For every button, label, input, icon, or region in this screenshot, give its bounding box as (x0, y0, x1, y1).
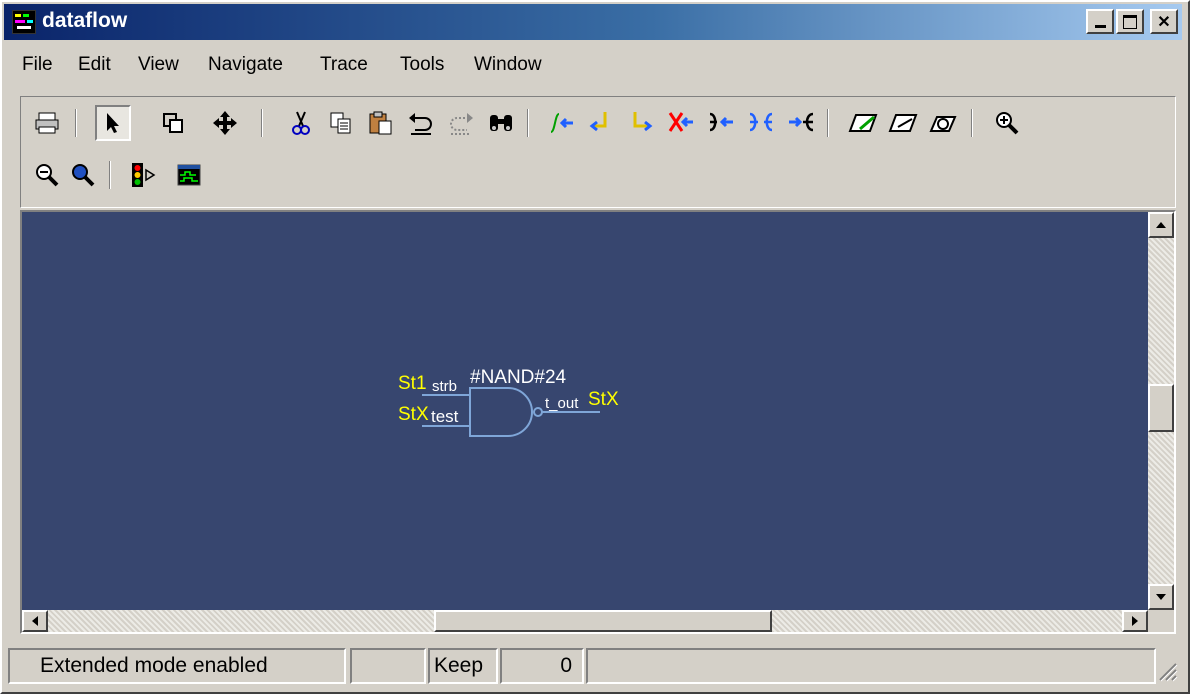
scrollbar-corner (1148, 610, 1174, 632)
status-bar: Extended mode enabled Keep 0 (8, 648, 1182, 686)
menu-view[interactable]: View (138, 54, 179, 76)
strb-port-label: strb (432, 378, 457, 395)
status-count-value: 0 (560, 654, 572, 677)
zoom-full-icon[interactable] (67, 159, 99, 191)
copy-icon[interactable] (325, 107, 357, 139)
t-out-port-label: t_out (545, 395, 579, 412)
strb-value: St1 (398, 373, 427, 394)
cut-icon[interactable] (285, 107, 317, 139)
horizontal-scroll-thumb[interactable] (434, 610, 772, 632)
menu-navigate[interactable]: Navigate (208, 54, 283, 76)
paste-icon[interactable] (365, 107, 397, 139)
toolbar (20, 96, 1176, 208)
zoom-in-icon[interactable] (991, 107, 1023, 139)
toolbar-separator (75, 109, 77, 137)
scroll-up-button[interactable] (1148, 212, 1174, 238)
status-keep-label: Keep (434, 654, 484, 677)
title-bar[interactable]: dataflow ✕ (4, 4, 1182, 40)
trace-cancel-icon[interactable] (665, 107, 697, 139)
wave-window-icon[interactable] (173, 159, 205, 191)
toolbar-separator (261, 109, 263, 137)
maximize-button[interactable] (1116, 9, 1144, 34)
status-keep: Keep (428, 648, 498, 684)
arrow-right-icon (1132, 616, 1138, 626)
status-mode-text: Extended mode enabled (40, 654, 268, 677)
menu-file[interactable]: File (22, 54, 53, 76)
status-message-pane (586, 648, 1156, 684)
erase-icon[interactable] (847, 107, 879, 139)
regenerate-icon[interactable] (927, 107, 959, 139)
scroll-left-button[interactable] (22, 610, 48, 632)
arrow-down-icon (1156, 594, 1166, 600)
close-button[interactable]: ✕ (1150, 9, 1178, 34)
vertical-scrollbar[interactable] (1148, 212, 1174, 610)
dataflow-canvas[interactable]: #NAND#24 St1 strb StX test t_out StX (22, 212, 1148, 610)
arrow-up-icon (1156, 222, 1166, 228)
dataflow-app-icon[interactable] (12, 10, 36, 34)
horizontal-scrollbar[interactable] (22, 610, 1148, 632)
toolbar-separator (527, 109, 529, 137)
vertical-scroll-thumb[interactable] (1148, 384, 1174, 432)
find-icon[interactable] (485, 107, 517, 139)
schematic: #NAND#24 St1 strb StX test t_out StX (398, 367, 619, 437)
menu-tools[interactable]: Tools (400, 54, 444, 76)
maximize-icon (1123, 14, 1137, 29)
status-mode: Extended mode enabled (8, 648, 346, 684)
expand-input-icon[interactable] (705, 107, 737, 139)
nand-gate[interactable] (469, 387, 533, 437)
trace-output-icon[interactable] (625, 107, 657, 139)
toolbar-separator (109, 161, 111, 189)
window-title: dataflow (42, 9, 128, 32)
test-value: StX (398, 404, 429, 425)
status-empty-pane (350, 648, 426, 684)
trace-input-back-icon[interactable] (585, 107, 617, 139)
redo-icon[interactable] (445, 107, 477, 139)
test-port-label: test (431, 407, 459, 426)
nand-bubble (533, 407, 543, 417)
undo-icon[interactable] (405, 107, 437, 139)
erase-all-icon[interactable] (887, 107, 919, 139)
zoom-out-icon[interactable] (31, 159, 63, 191)
trace-input-icon[interactable] (545, 107, 577, 139)
pan-icon[interactable] (209, 107, 241, 139)
arrow-left-icon (32, 616, 38, 626)
minimize-icon (1094, 25, 1106, 28)
gate-instance-label: #NAND#24 (470, 367, 567, 388)
close-icon: ✕ (1157, 13, 1171, 31)
toolbar-separator (827, 109, 829, 137)
select-pointer-icon[interactable] (95, 105, 131, 141)
status-count: 0 (500, 648, 584, 684)
menu-window[interactable]: Window (474, 54, 542, 76)
scroll-down-button[interactable] (1148, 584, 1174, 610)
traffic-light-icon[interactable] (127, 159, 159, 191)
zoom-area-icon[interactable] (157, 107, 189, 139)
print-icon[interactable] (31, 107, 63, 139)
minimize-button[interactable] (1086, 9, 1114, 34)
menu-edit[interactable]: Edit (78, 54, 111, 76)
expand-both-icon[interactable] (745, 107, 777, 139)
menu-trace[interactable]: Trace (320, 54, 368, 76)
t-out-value: StX (588, 389, 619, 410)
expand-output-icon[interactable] (785, 107, 817, 139)
resize-grip-icon[interactable] (1156, 660, 1178, 682)
toolbar-separator (971, 109, 973, 137)
scroll-right-button[interactable] (1122, 610, 1148, 632)
